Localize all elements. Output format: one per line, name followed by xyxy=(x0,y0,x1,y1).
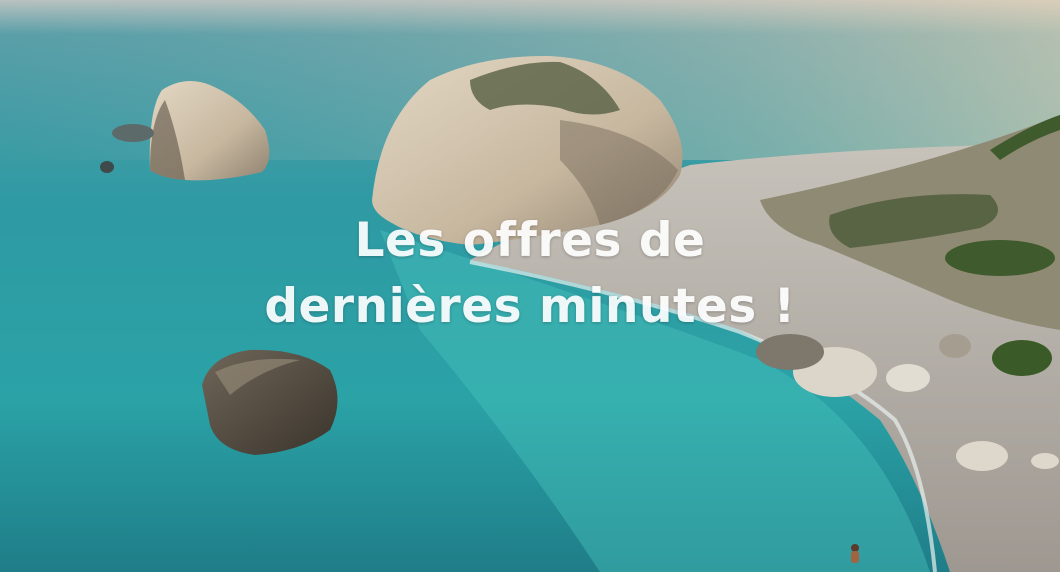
boulder xyxy=(886,364,930,392)
boulder xyxy=(956,441,1008,471)
headline-line-2: dernières minutes ! xyxy=(264,279,796,334)
hero-banner[interactable]: Les offres de dernières minutes ! xyxy=(0,0,1060,572)
swimmer-body xyxy=(851,551,859,563)
small-rock xyxy=(112,124,154,142)
hero-headline: Les offres de dernières minutes ! xyxy=(0,208,1060,340)
small-rock xyxy=(100,161,114,173)
swimmer xyxy=(851,544,859,552)
headline-line-1: Les offres de xyxy=(354,213,706,268)
boulder xyxy=(1031,453,1059,469)
shrub xyxy=(992,340,1052,376)
